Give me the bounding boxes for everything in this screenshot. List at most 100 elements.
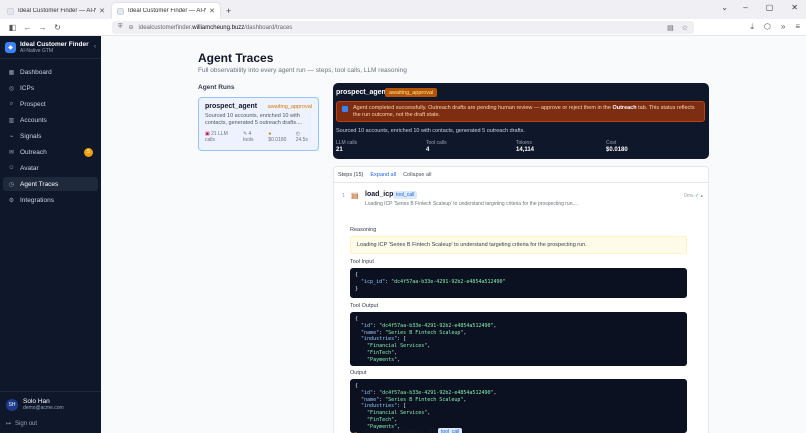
plug-icon: ⚙ [8,197,15,204]
cost-stat: ● $0.0180 [268,131,287,143]
sidebar-item-avatar[interactable]: ☺ Avatar [3,161,98,175]
close-tab-icon[interactable]: ✕ [99,7,105,15]
sidebar-item-label: Accounts [20,116,47,124]
shield-icon: ⛨ [118,24,123,30]
document-icon: ▤ [351,191,359,200]
tab-list-icon[interactable]: ⌄ [721,3,728,12]
outreach-count-badge: 5 [84,147,93,157]
download-icon[interactable]: ⤓ [750,22,754,32]
run-description: Sourced 10 accounts, enriched 10 with co… [205,113,303,126]
sidebar-item-label: Avatar [20,164,39,172]
sidebar-item-label: Integrations [20,196,54,204]
sidebar-item-outreach[interactable]: ✉ Outreach 5 [3,145,98,159]
sidebar-item-label: Outreach [20,148,47,156]
address-bar[interactable]: ⛨ ⊖ idealcustomerfinder. williamcheung.bu… [112,21,694,34]
collapse-all-button[interactable]: Collapse all [403,172,431,178]
brand-header: ◆ Ideal Customer Finder AI-Native GTM ‹ [0,36,101,59]
sidebar-item-signals[interactable]: ⌁ Signals [3,129,98,143]
window-close-icon[interactable]: ✕ [791,3,798,12]
alert-text-pre: Agent completed successfully. Outreach d… [353,105,613,111]
page-subtitle: Full observability into every agent run … [198,67,407,74]
avatar: SH [6,398,18,411]
overflow-icon[interactable]: » [781,22,785,32]
sidebar-toggle-icon[interactable]: ◧ [5,23,20,32]
browser-tab-2[interactable]: Ideal Customer Finder — AI-Native ✕ [112,3,220,19]
maximize-icon[interactable]: ▢ [766,3,774,12]
app-sidebar: ◆ Ideal Customer Finder AI-Native GTM ‹ … [0,36,101,433]
chevron-up-icon[interactable]: ▴ [700,193,703,199]
bookmark-star-icon[interactable]: ☆ [682,24,688,32]
sidebar-item-label: ICPs [20,84,35,92]
reasoning-label: Reasoning [350,227,377,233]
steps-header: Steps (15) Expand all Collapse all [334,167,708,183]
user-email: demo@acme.com [23,405,64,411]
close-tab-icon[interactable]: ✕ [209,7,215,15]
cloud-icon: ☁ [351,428,359,433]
tool-output-code: { "id": "dc4f57aa-b33e-4291-92b2-e4854a5… [350,312,687,366]
step-name: load_icp [365,191,394,198]
step-meta: 0ms ✓ ▴ [684,193,703,199]
alert-outreach-link[interactable]: Outreach [612,105,636,111]
run-stats: ▣ 21 LLM calls ✎ 4 tools ● $0.0180 ◴ 24.… [205,131,312,143]
sidebar-nav: ▦ Dashboard ◎ ICPs ⌕ Prospect ▥ Accounts ⌁ Si… [0,59,101,207]
step-type-badge: tool_call [438,428,463,433]
activity-icon: ◷ [8,181,15,188]
building-icon: ▥ [8,117,15,124]
target-icon: ◎ [8,85,15,92]
favicon-icon [7,7,14,15]
collapse-sidebar-icon[interactable]: ‹ [94,44,96,50]
sidebar-item-integrations[interactable]: ⚙ Integrations [3,193,98,207]
browser-tab-1[interactable]: Ideal Customer Finder — AI-Native ✕ [2,3,110,19]
sidebar-item-dashboard[interactable]: ▦ Dashboard [3,65,98,79]
sidebar-item-accounts[interactable]: ▥ Accounts [3,113,98,127]
url-path: /dashboard/traces [244,24,293,31]
status-badge: awaiting_approval [385,88,438,97]
sidebar-item-label: Prospect [20,100,46,108]
browser-tab-bar: Ideal Customer Finder — AI-Native ✕ Idea… [0,0,806,19]
search-icon: ⌕ [9,100,14,107]
steps-panel: Steps (15) Expand all Collapse all 1 ▤ l… [333,166,709,433]
output-label: Output [350,370,367,376]
sidebar-item-icps[interactable]: ◎ ICPs [3,81,98,95]
summary-agent-name: prospect_agent [336,89,389,96]
step-number: 1 [342,193,346,199]
expand-all-button[interactable]: Expand all [370,172,396,178]
reload-icon[interactable]: ↻ [50,23,65,32]
check-icon: ✓ [694,193,700,199]
step-name: source_accounts_nimble [365,428,450,433]
tool-output-label: Tool Output [350,303,379,309]
menu-icon[interactable]: ≡ [795,22,800,32]
metric-llm-calls: LLM calls 21 [336,140,358,153]
sidebar-item-prospect[interactable]: ⌕ Prospect [3,97,98,111]
summary-text: Sourced 10 accounts, enriched 10 with co… [336,128,525,134]
back-icon[interactable]: ← [20,23,35,32]
sign-out-button[interactable]: ↦ Sign out [6,420,38,428]
favicon-icon [117,7,124,15]
sign-out-icon: ↦ [6,421,12,427]
run-status: awaiting_approval [267,104,312,110]
sidebar-item-label: Agent Traces [20,180,59,188]
url-prefix: idealcustomerfinder. [138,24,193,31]
brand-logo-icon: ◆ [5,41,16,53]
mail-icon: ✉ [8,149,15,156]
info-icon [342,106,348,112]
tab-title: Ideal Customer Finder — AI-Native [128,8,206,14]
forward-icon[interactable]: → [35,23,50,32]
agent-run-card[interactable]: prospect_agent awaiting_approval Sourced… [198,97,319,151]
step-description: Loading ICP 'Series B Fintech Scaleup' t… [365,201,579,207]
steps-count: Steps (15) [338,171,364,178]
new-tab-icon[interactable]: + [226,6,231,16]
sign-out-label: Sign out [15,420,38,427]
minimize-icon[interactable]: – [743,3,747,12]
reader-view-icon[interactable]: ▤ [667,24,674,32]
tool-input-label: Tool Input [350,259,374,265]
grid-icon: ▦ [8,69,15,76]
output-code: { "id": "dc4f57aa-b33e-4291-92b2-e4854a5… [350,379,687,433]
page-title: Agent Traces [198,51,274,65]
extensions-icon[interactable]: ⬡ [764,22,771,32]
sidebar-item-agent-traces[interactable]: ◷ Agent Traces [3,177,98,191]
metric-tool-calls: Tool calls 4 [426,140,447,153]
sidebar-item-label: Signals [20,132,42,140]
user-profile[interactable]: SH Solo Han demo@acme.com [0,391,101,411]
tab-title: Ideal Customer Finder — AI-Native [18,8,96,14]
